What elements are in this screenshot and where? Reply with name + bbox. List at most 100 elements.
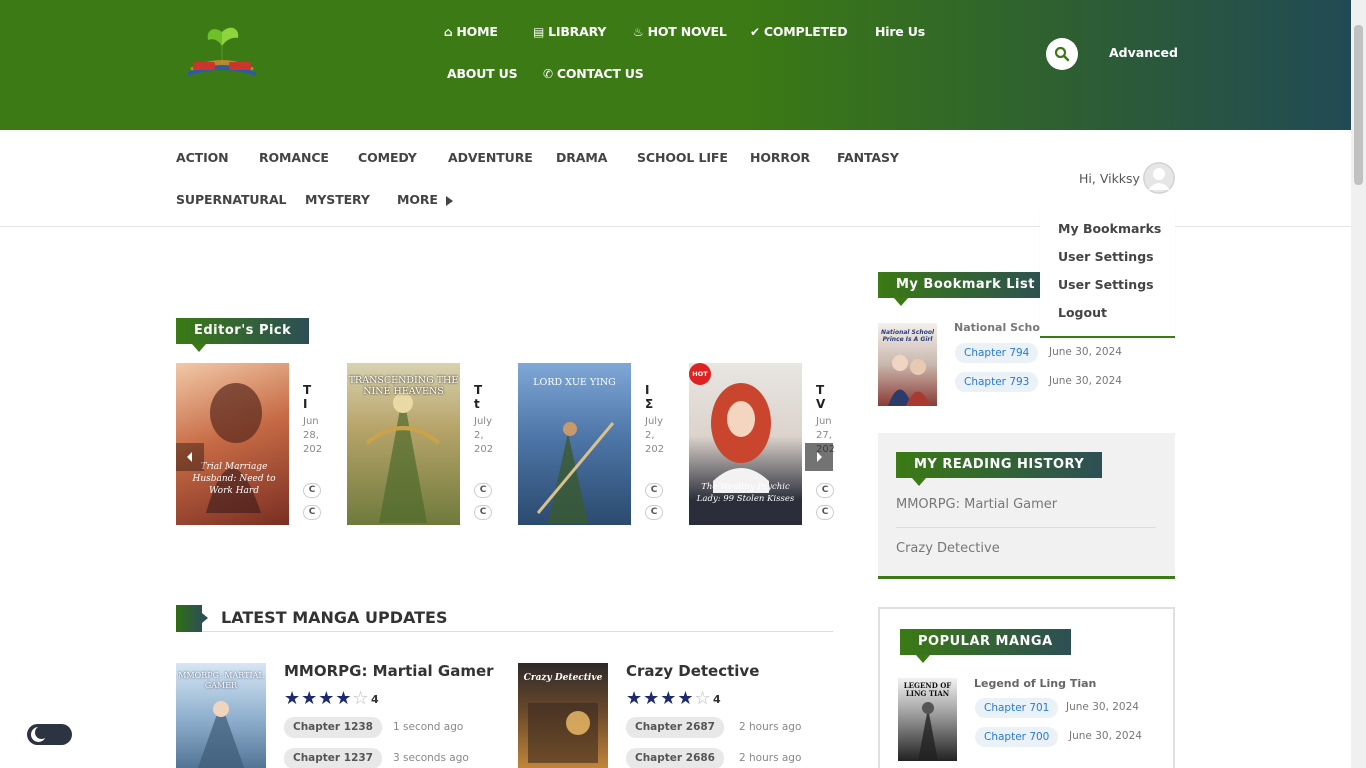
chapter-pill[interactable]: Chapter 2687 (626, 717, 724, 738)
nav-hire-us[interactable]: Hire Us (875, 24, 925, 39)
genre-romance[interactable]: ROMANCE (259, 150, 329, 165)
divider (896, 527, 1156, 528)
page: ⌂ HOME ▤ LIBRARY ♨ HOT NOVEL ✔ COMPLETED Hir… (0, 0, 1366, 768)
pick-chapter-pill[interactable]: C (645, 483, 663, 498)
manga-cover-2[interactable]: Crazy Detective (518, 663, 608, 768)
bookmark-chapter-date: June 30, 2024 (1049, 346, 1122, 358)
pick-chapter-pill[interactable]: C (303, 505, 321, 520)
genre-horror[interactable]: HORROR (750, 150, 810, 165)
nav-hot-novel[interactable]: ♨ HOT NOVEL (633, 24, 727, 39)
nav-home[interactable]: ⌂ HOME (444, 24, 498, 39)
chapter-pill[interactable]: Chapter 1237 (284, 748, 382, 768)
nav-contact-us[interactable]: ✆ CONTACT US (543, 66, 644, 81)
menu-user-settings[interactable]: User Settings (1058, 249, 1154, 264)
history-item[interactable]: Crazy Detective (896, 541, 1000, 556)
genre-school-life[interactable]: SCHOOL LIFE (637, 150, 728, 165)
pick-cover-4[interactable]: The Wealthy Psychic Lady: 99 Stolen Kiss… (689, 363, 802, 525)
menu-user-settings-2[interactable]: User Settings (1058, 277, 1154, 292)
pick-cover-3[interactable]: LORD XUE YING (518, 363, 631, 525)
menu-my-bookmarks[interactable]: My Bookmarks (1058, 221, 1161, 236)
pick-cover-3-text: LORD XUE YING (533, 377, 616, 388)
nav-completed[interactable]: ✔ COMPLETED (750, 24, 848, 39)
bookmark-chapter-pill[interactable]: Chapter 793 (955, 372, 1039, 392)
bookmark-chapter-pill[interactable]: Chapter 794 (955, 343, 1039, 363)
popular-chapter-date: June 30, 2024 (1069, 730, 1142, 742)
section-marker-icon (176, 605, 208, 632)
check-circle-icon: ✔ (750, 25, 760, 39)
fire-icon: ♨ (633, 25, 644, 39)
pick-cover-2[interactable]: TRANSCENDING THE NINE HEAVENS (347, 363, 460, 525)
editors-pick-heading: Editor's Pick (176, 318, 310, 352)
menu-logout[interactable]: Logout (1058, 305, 1107, 320)
popular-cover-text: LEGEND OF LING TIAN (903, 681, 952, 698)
popular-chapter-pill[interactable]: Chapter 701 (975, 698, 1059, 718)
site-logo[interactable] (184, 24, 260, 82)
bookmark-list-heading: My Bookmark List (878, 272, 1053, 306)
pick-chapter-pill[interactable]: C (816, 483, 834, 498)
popular-chapter-pill[interactable]: Chapter 700 (975, 727, 1059, 747)
reading-history-panel: MY READING HISTORY MMORPG: Martial Gamer… (878, 433, 1175, 579)
chapter-pill[interactable]: Chapter 2686 (626, 748, 724, 768)
latest-updates-header: LATEST MANGA UPDATES (176, 605, 833, 632)
hot-badge: HOT (689, 363, 711, 385)
rating-stars-1: ★★★★☆ (284, 688, 370, 709)
genre-adventure[interactable]: ADVENTURE (448, 150, 533, 165)
scrollbar-thumb[interactable] (1354, 25, 1363, 185)
history-item[interactable]: MMORPG: Martial Gamer (896, 497, 1057, 512)
manga-title-1[interactable]: MMORPG: Martial Gamer (284, 662, 494, 680)
genre-mystery[interactable]: MYSTERY (305, 192, 370, 207)
nav-library[interactable]: ▤ LIBRARY (533, 24, 606, 39)
caret-right-icon (445, 195, 453, 206)
pick-cover-2-text: TRANSCENDING THE NINE HEAVENS (348, 375, 459, 397)
pick-meta-2: T t July 2, 202 (474, 383, 494, 455)
manga-cover-1-text: MMORPG: MARTIAL GAMER (178, 671, 264, 690)
bookmark-title[interactable]: National School (954, 321, 1051, 334)
site-header: ⌂ HOME ▤ LIBRARY ♨ HOT NOVEL ✔ COMPLETED Hir… (0, 0, 1351, 130)
manga-cover-1[interactable]: MMORPG: MARTIAL GAMER (176, 663, 266, 768)
rating-stars-2: ★★★★☆ (626, 688, 712, 709)
chapter-pill[interactable]: Chapter 1238 (284, 717, 382, 738)
nav-about-us[interactable]: ABOUT US (447, 66, 518, 81)
genre-supernatural[interactable]: SUPERNATURAL (176, 192, 286, 207)
popular-manga-heading: POPULAR MANGA (900, 629, 1071, 663)
dark-mode-toggle[interactable] (27, 724, 72, 745)
avatar[interactable] (1143, 162, 1175, 194)
genre-drama[interactable]: DRAMA (556, 150, 607, 165)
phone-icon: ✆ (543, 67, 553, 81)
moon-icon (35, 726, 48, 739)
home-icon: ⌂ (444, 25, 453, 39)
pick-chapter-pill[interactable]: C (474, 505, 492, 520)
genre-action[interactable]: ACTION (176, 150, 229, 165)
chapter-time: 3 seconds ago (393, 752, 469, 764)
chapter-time: 2 hours ago (739, 721, 802, 733)
genre-more[interactable]: MORE (397, 192, 453, 207)
pick-chapter-pill[interactable]: C (474, 483, 492, 498)
bookmark-cover-text: National School Prince Is A Girl (880, 329, 935, 343)
pick-cover-4-text: The Wealthy Psychic Lady: 99 Stolen Kiss… (696, 482, 795, 504)
popular-title[interactable]: Legend of Ling Tian (974, 677, 1096, 690)
chapter-time: 1 second ago (393, 721, 464, 733)
manga-title-2[interactable]: Crazy Detective (626, 662, 759, 680)
pick-meta-3: I Σ July 2, 202 (645, 383, 665, 455)
latest-updates-title: LATEST MANGA UPDATES (221, 608, 448, 627)
pick-meta-1: T I Jun 28, 202 (303, 383, 323, 455)
pick-chapter-pill[interactable]: C (645, 505, 663, 520)
rating-value-1: 4 (371, 693, 379, 706)
chevron-right-icon (817, 452, 822, 462)
rating-value-2: 4 (713, 693, 721, 706)
search-button[interactable] (1046, 38, 1078, 70)
page-scrollbar[interactable] (1351, 0, 1366, 768)
carousel-next-button[interactable] (805, 443, 833, 471)
bookmark-cover[interactable]: National School Prince Is A Girl (878, 323, 937, 406)
carousel-prev-button[interactable] (176, 443, 204, 471)
pick-chapter-pill[interactable]: C (816, 505, 834, 520)
user-greeting[interactable]: Hi, Vikksy (1079, 171, 1140, 186)
user-dropdown-menu: My Bookmarks User Settings User Settings… (1040, 208, 1175, 338)
genre-fantasy[interactable]: FANTASY (837, 150, 899, 165)
popular-cover[interactable]: LEGEND OF LING TIAN (898, 678, 957, 761)
manga-cover-2-text: Crazy Detective (523, 673, 603, 683)
pick-chapter-pill[interactable]: C (303, 483, 321, 498)
advanced-search-link[interactable]: Advanced (1109, 45, 1178, 60)
genre-comedy[interactable]: COMEDY (358, 150, 417, 165)
book-icon: ▤ (533, 25, 545, 39)
